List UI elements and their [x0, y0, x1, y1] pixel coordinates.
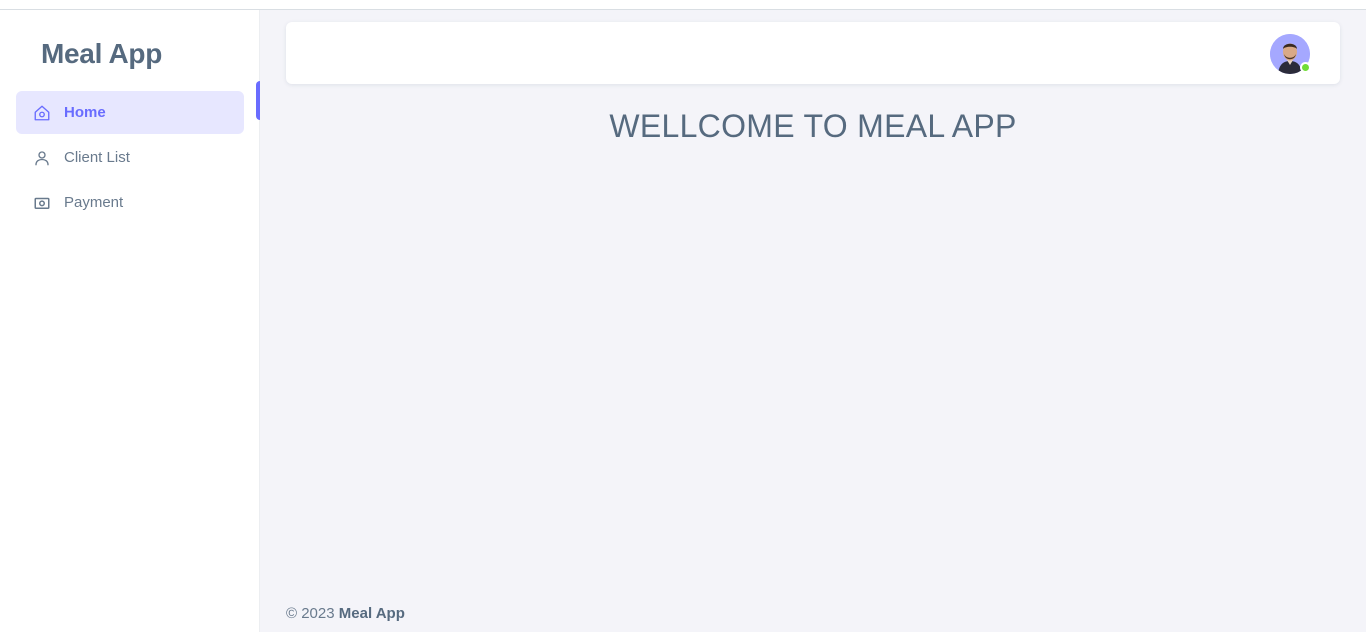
active-menu-indicator — [256, 81, 260, 120]
online-status-badge — [1300, 62, 1311, 73]
sidebar-item-label: Home — [64, 104, 106, 121]
app-brand[interactable]: Meal App — [41, 38, 162, 70]
sidebar-item-home[interactable]: Home — [16, 91, 244, 134]
top-navbar — [286, 22, 1340, 84]
sidebar: Meal App Home Client List Payment — [0, 10, 260, 632]
welcome-heading: WELLCOME TO MEAL APP — [609, 108, 1017, 144]
user-icon — [33, 149, 51, 167]
home-icon — [33, 104, 51, 122]
money-icon — [33, 194, 51, 212]
footer-brand-link[interactable]: Meal App — [339, 605, 405, 622]
sidebar-menu: Home Client List Payment — [16, 91, 244, 226]
sidebar-item-client-list[interactable]: Client List — [16, 136, 244, 179]
footer: © 2023 Meal App — [286, 605, 405, 622]
sidebar-item-label: Client List — [64, 149, 130, 166]
footer-copyright: © 2023 — [286, 605, 335, 622]
top-border — [0, 0, 1366, 10]
sidebar-item-label: Payment — [64, 194, 124, 211]
user-avatar[interactable] — [1270, 34, 1311, 74]
sidebar-item-payment[interactable]: Payment — [16, 181, 244, 224]
